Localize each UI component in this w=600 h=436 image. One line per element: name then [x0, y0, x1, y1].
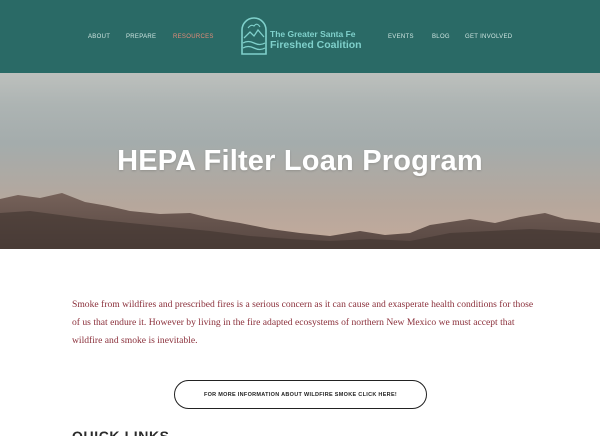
nav-link-resources[interactable]: RESOURCES: [173, 34, 214, 40]
site-logo[interactable]: The Greater Santa Fe Fireshed Coalition: [239, 16, 379, 60]
intro-paragraph: Smoke from wildfires and prescribed fire…: [72, 299, 534, 346]
nav-link-prepare[interactable]: PREPARE: [126, 34, 156, 40]
wildfire-smoke-info-button[interactable]: FOR MORE INFORMATION ABOUT WILDFIRE SMOK…: [174, 380, 427, 409]
logo-line-1: The Greater Santa Fe: [270, 29, 356, 39]
fireshed-logo-icon: [241, 17, 267, 55]
logo-line-2: Fireshed Coalition: [270, 39, 362, 51]
nav-link-about[interactable]: ABOUT: [88, 34, 110, 40]
hero-banner: HEPA Filter Loan Program: [0, 73, 600, 249]
quick-links-heading: QUICK LINKS: [72, 428, 170, 436]
nav-link-blog[interactable]: BLOG: [432, 34, 450, 40]
page-title: HEPA Filter Loan Program: [117, 145, 483, 177]
nav-link-events[interactable]: EVENTS: [388, 34, 414, 40]
nav-link-get-involved[interactable]: GET INVOLVED: [465, 34, 512, 40]
site-header: ABOUT PREPARE RESOURCES The Greater Sant…: [0, 0, 600, 73]
